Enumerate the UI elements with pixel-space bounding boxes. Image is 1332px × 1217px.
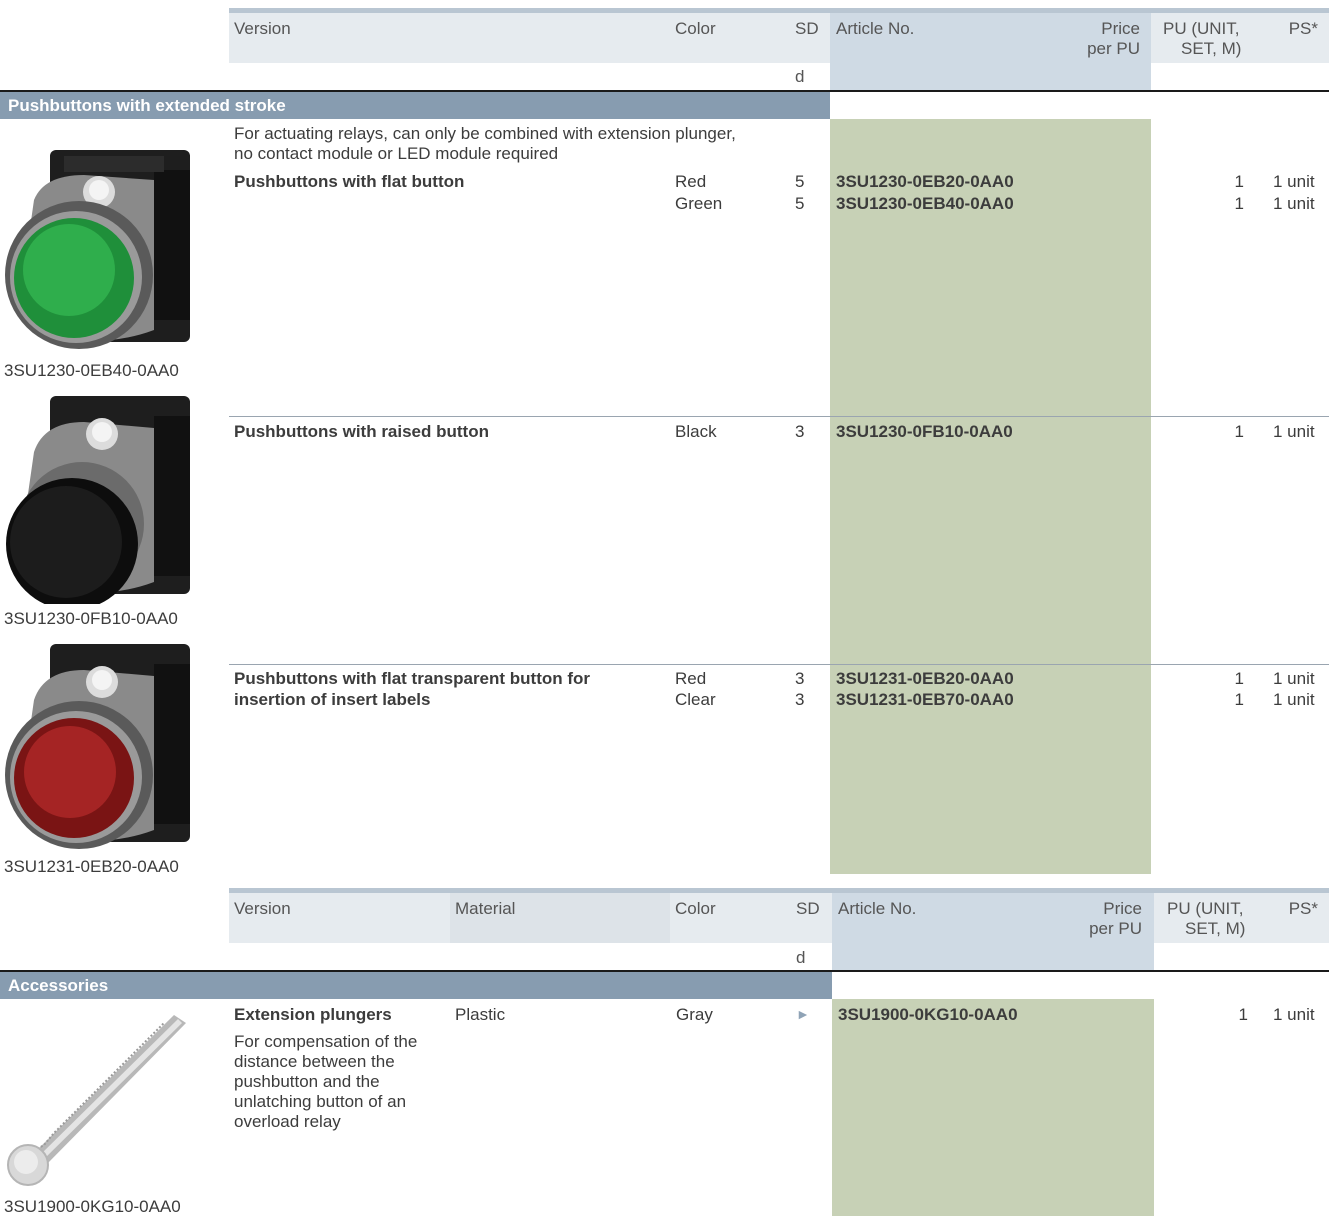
- article-column-background: [832, 999, 1154, 1216]
- row-ps: 1 unit: [1273, 172, 1315, 191]
- header-pu-line2: SET, M): [1181, 39, 1242, 58]
- image-caption: 3SU1230-0FB10-0AA0: [4, 609, 178, 628]
- row-article[interactable]: 3SU1230-0EB20-0AA0: [836, 171, 1014, 192]
- section-title: Accessories: [8, 976, 109, 995]
- header-price-line2: per PU: [1089, 919, 1142, 938]
- row-divider: [229, 416, 1329, 417]
- section-title-bar: Pushbuttons with extended stroke: [0, 92, 830, 119]
- item-pu: 1: [1238, 1005, 1248, 1024]
- row-pu: 1: [1234, 669, 1244, 688]
- header-pu-line1: PU (UNIT,: [1167, 899, 1244, 918]
- header-ps: PS*: [1288, 19, 1318, 38]
- red-transparent-pushbutton-image: [4, 640, 194, 852]
- header-color: Color: [675, 19, 716, 38]
- extension-plunger-image: [4, 1005, 194, 1190]
- row-article[interactable]: 3SU1230-0FB10-0AA0: [836, 421, 1013, 442]
- intro-line1: For actuating relays, can only be combin…: [234, 124, 736, 143]
- row-sd: 3: [795, 669, 805, 688]
- article-column-background: [830, 119, 1151, 874]
- header-article: Article No.: [838, 899, 917, 918]
- row-pu: 1: [1234, 422, 1244, 441]
- item-description-line: unlatching button of an: [234, 1092, 407, 1111]
- row-sd: 3: [795, 422, 805, 441]
- item-description-line: pushbutton and the: [234, 1072, 380, 1091]
- black-raised-pushbutton-image: [4, 392, 194, 610]
- header-pu-line1: PU (UNIT,: [1163, 19, 1240, 38]
- row-color: Clear: [675, 690, 716, 709]
- section-title: Pushbuttons with extended stroke: [8, 96, 286, 115]
- section-title-bar: Accessories: [0, 972, 832, 999]
- header-color: Color: [675, 899, 716, 918]
- header-version-cell: [229, 13, 670, 63]
- row-ps: 1 unit: [1273, 690, 1315, 709]
- item-description-line: overload relay: [234, 1112, 341, 1131]
- item-ps: 1 unit: [1273, 1005, 1315, 1024]
- row-color: Red: [675, 172, 707, 191]
- row-ps: 1 unit: [1273, 194, 1315, 213]
- item-description-line: For compensation of the: [234, 1032, 418, 1051]
- row-color: Black: [675, 422, 717, 441]
- header-price-line1: Price: [1101, 19, 1140, 38]
- header-article: Article No.: [836, 19, 915, 38]
- image-caption: 3SU1230-0EB40-0AA0: [4, 361, 179, 380]
- group-title-line2: insertion of insert labels: [234, 690, 431, 709]
- item-title: Extension plungers: [234, 1005, 392, 1024]
- row-pu: 1: [1234, 172, 1244, 191]
- row-article[interactable]: 3SU1231-0EB70-0AA0: [836, 689, 1014, 710]
- header-version: Version: [234, 19, 291, 38]
- intro-line2: no contact module or LED module required: [234, 144, 559, 163]
- green-flat-pushbutton-image: [4, 140, 194, 352]
- header-price-line1: Price: [1103, 899, 1142, 918]
- header-material: Material: [455, 899, 516, 918]
- row-ps: 1 unit: [1273, 422, 1315, 441]
- row-color: Green: [675, 194, 723, 213]
- row-sd: 5: [795, 172, 805, 191]
- header-price-line2: per PU: [1087, 39, 1140, 58]
- row-color: Red: [675, 669, 707, 688]
- item-description: For compensation of the distance between…: [234, 1032, 417, 1132]
- image-caption: 3SU1231-0EB20-0AA0: [4, 857, 179, 876]
- row-article[interactable]: 3SU1231-0EB20-0AA0: [836, 668, 1014, 689]
- group-title: Pushbuttons with flat button: [234, 172, 465, 191]
- header-sd: SD: [795, 19, 819, 38]
- header-sd: SD: [796, 899, 820, 918]
- header-sd-unit: d: [795, 67, 805, 86]
- item-material: Plastic: [455, 1005, 506, 1024]
- item-article[interactable]: 3SU1900-0KG10-0AA0: [838, 1004, 1018, 1025]
- row-sd: 5: [795, 194, 805, 213]
- row-divider: [229, 664, 1329, 665]
- row-pu: 1: [1234, 690, 1244, 709]
- header-sd-unit: d: [796, 948, 806, 967]
- group-title: Pushbuttons with raised button: [234, 422, 489, 441]
- item-description-line: distance between the: [234, 1052, 395, 1071]
- header-ps: PS*: [1288, 899, 1318, 918]
- item-color: Gray: [676, 1005, 713, 1024]
- triangle-right-icon: ►: [796, 1006, 810, 1022]
- row-ps: 1 unit: [1273, 669, 1315, 688]
- header-pu-line2: SET, M): [1185, 919, 1246, 938]
- row-pu: 1: [1234, 194, 1244, 213]
- image-caption: 3SU1900-0KG10-0AA0: [4, 1197, 181, 1216]
- row-article[interactable]: 3SU1230-0EB40-0AA0: [836, 193, 1014, 214]
- group-title-line1: Pushbuttons with flat transparent button…: [234, 669, 591, 688]
- row-sd: 3: [795, 690, 805, 709]
- header-version: Version: [234, 899, 291, 918]
